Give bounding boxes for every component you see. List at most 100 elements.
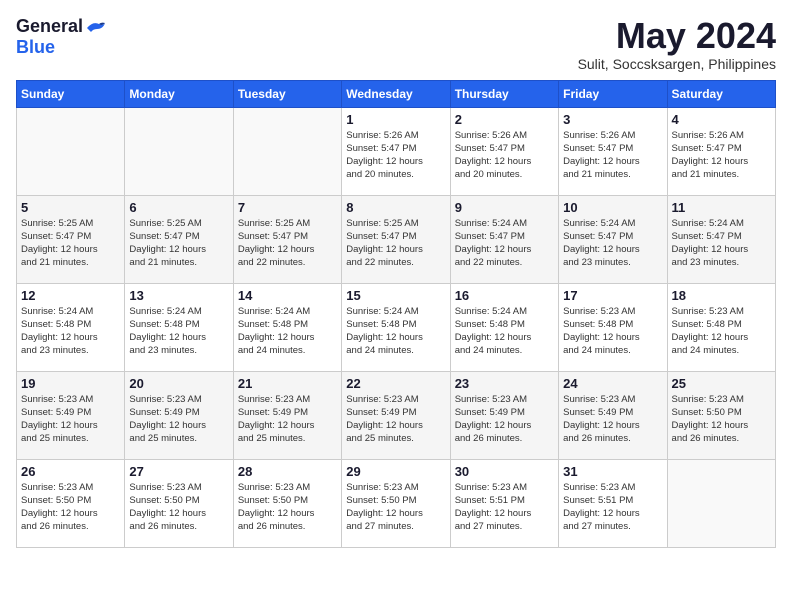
day-header: Friday	[559, 80, 667, 107]
day-info: Sunrise: 5:23 AM Sunset: 5:51 PM Dayligh…	[563, 481, 662, 534]
subtitle: Sulit, Soccsksargen, Philippines	[578, 56, 776, 72]
day-header: Tuesday	[233, 80, 341, 107]
day-info: Sunrise: 5:23 AM Sunset: 5:48 PM Dayligh…	[672, 305, 771, 358]
calendar-cell: 27 Sunrise: 5:23 AM Sunset: 5:50 PM Dayli…	[125, 459, 233, 547]
logo: General Blue	[16, 16, 107, 58]
day-number: 25	[672, 376, 771, 391]
day-header: Wednesday	[342, 80, 450, 107]
day-info: Sunrise: 5:25 AM Sunset: 5:47 PM Dayligh…	[21, 217, 120, 270]
calendar-cell: 30 Sunrise: 5:23 AM Sunset: 5:51 PM Dayli…	[450, 459, 558, 547]
day-info: Sunrise: 5:23 AM Sunset: 5:49 PM Dayligh…	[455, 393, 554, 446]
calendar-cell: 14Sunrise: 5:24 AM Sunset: 5:48 PM Dayli…	[233, 283, 341, 371]
day-info: Sunrise: 5:24 AM Sunset: 5:48 PM Dayligh…	[346, 305, 445, 358]
day-info: Sunrise: 5:23 AM Sunset: 5:50 PM Dayligh…	[238, 481, 337, 534]
calendar-cell: 18 Sunrise: 5:23 AM Sunset: 5:48 PM Dayli…	[667, 283, 775, 371]
calendar-table: SundayMondayTuesdayWednesdayThursdayFrid…	[16, 80, 776, 548]
day-info: Sunrise: 5:23 AM Sunset: 5:50 PM Dayligh…	[672, 393, 771, 446]
day-number: 30	[455, 464, 554, 479]
day-info: Sunrise: 5:25 AM Sunset: 5:47 PM Dayligh…	[129, 217, 228, 270]
calendar-cell: 22Sunrise: 5:23 AM Sunset: 5:49 PM Dayli…	[342, 371, 450, 459]
day-number: 29	[346, 464, 445, 479]
day-number: 13	[129, 288, 228, 303]
day-number: 28	[238, 464, 337, 479]
logo-general: General	[16, 16, 83, 37]
calendar-week-row: 12 Sunrise: 5:24 AM Sunset: 5:48 PM Dayli…	[17, 283, 776, 371]
day-header: Saturday	[667, 80, 775, 107]
day-info: Sunrise: 5:24 AM Sunset: 5:48 PM Dayligh…	[455, 305, 554, 358]
day-info: Sunrise: 5:23 AM Sunset: 5:49 PM Dayligh…	[563, 393, 662, 446]
day-number: 12	[21, 288, 120, 303]
day-header: Monday	[125, 80, 233, 107]
day-info: Sunrise: 5:23 AM Sunset: 5:51 PM Dayligh…	[455, 481, 554, 534]
calendar-week-row: 19 Sunrise: 5:23 AM Sunset: 5:49 PM Dayli…	[17, 371, 776, 459]
day-number: 18	[672, 288, 771, 303]
day-number: 20	[129, 376, 228, 391]
calendar-cell: 9Sunrise: 5:24 AM Sunset: 5:47 PM Daylig…	[450, 195, 558, 283]
logo-bird-icon	[85, 19, 107, 37]
day-number: 15	[346, 288, 445, 303]
calendar-week-row: 5 Sunrise: 5:25 AM Sunset: 5:47 PM Daylig…	[17, 195, 776, 283]
calendar-cell: 23 Sunrise: 5:23 AM Sunset: 5:49 PM Dayli…	[450, 371, 558, 459]
day-number: 31	[563, 464, 662, 479]
day-header: Thursday	[450, 80, 558, 107]
day-info: Sunrise: 5:23 AM Sunset: 5:50 PM Dayligh…	[346, 481, 445, 534]
calendar-cell: 5 Sunrise: 5:25 AM Sunset: 5:47 PM Daylig…	[17, 195, 125, 283]
calendar-cell: 17 Sunrise: 5:23 AM Sunset: 5:48 PM Dayli…	[559, 283, 667, 371]
day-info: Sunrise: 5:24 AM Sunset: 5:47 PM Dayligh…	[563, 217, 662, 270]
day-number: 26	[21, 464, 120, 479]
day-number: 7	[238, 200, 337, 215]
calendar-cell	[667, 459, 775, 547]
day-number: 3	[563, 112, 662, 127]
calendar-cell: 29 Sunrise: 5:23 AM Sunset: 5:50 PM Dayli…	[342, 459, 450, 547]
day-number: 6	[129, 200, 228, 215]
calendar-cell: 8Sunrise: 5:25 AM Sunset: 5:47 PM Daylig…	[342, 195, 450, 283]
calendar-cell: 21 Sunrise: 5:23 AM Sunset: 5:49 PM Dayli…	[233, 371, 341, 459]
day-info: Sunrise: 5:23 AM Sunset: 5:48 PM Dayligh…	[563, 305, 662, 358]
day-number: 27	[129, 464, 228, 479]
calendar-cell: 24 Sunrise: 5:23 AM Sunset: 5:49 PM Dayli…	[559, 371, 667, 459]
day-info: Sunrise: 5:23 AM Sunset: 5:50 PM Dayligh…	[21, 481, 120, 534]
day-number: 16	[455, 288, 554, 303]
day-number: 19	[21, 376, 120, 391]
day-info: Sunrise: 5:24 AM Sunset: 5:47 PM Dayligh…	[455, 217, 554, 270]
day-info: Sunrise: 5:24 AM Sunset: 5:48 PM Dayligh…	[129, 305, 228, 358]
day-info: Sunrise: 5:25 AM Sunset: 5:47 PM Dayligh…	[238, 217, 337, 270]
header-row: SundayMondayTuesdayWednesdayThursdayFrid…	[17, 80, 776, 107]
calendar-cell: 10 Sunrise: 5:24 AM Sunset: 5:47 PM Dayli…	[559, 195, 667, 283]
day-number: 2	[455, 112, 554, 127]
day-info: Sunrise: 5:23 AM Sunset: 5:49 PM Dayligh…	[238, 393, 337, 446]
calendar-cell: 19 Sunrise: 5:23 AM Sunset: 5:49 PM Dayli…	[17, 371, 125, 459]
calendar-cell	[125, 107, 233, 195]
day-number: 10	[563, 200, 662, 215]
day-info: Sunrise: 5:24 AM Sunset: 5:48 PM Dayligh…	[21, 305, 120, 358]
day-info: Sunrise: 5:23 AM Sunset: 5:49 PM Dayligh…	[21, 393, 120, 446]
calendar-cell: 6 Sunrise: 5:25 AM Sunset: 5:47 PM Daylig…	[125, 195, 233, 283]
calendar-cell: 1Sunrise: 5:26 AM Sunset: 5:47 PM Daylig…	[342, 107, 450, 195]
page-header: General Blue May 2024 Sulit, Soccsksarge…	[16, 16, 776, 72]
day-info: Sunrise: 5:23 AM Sunset: 5:49 PM Dayligh…	[346, 393, 445, 446]
calendar-cell: 13 Sunrise: 5:24 AM Sunset: 5:48 PM Dayli…	[125, 283, 233, 371]
day-info: Sunrise: 5:26 AM Sunset: 5:47 PM Dayligh…	[563, 129, 662, 182]
day-number: 17	[563, 288, 662, 303]
calendar-cell: 31 Sunrise: 5:23 AM Sunset: 5:51 PM Dayli…	[559, 459, 667, 547]
calendar-cell: 26 Sunrise: 5:23 AM Sunset: 5:50 PM Dayli…	[17, 459, 125, 547]
logo-blue: Blue	[16, 37, 55, 58]
day-info: Sunrise: 5:24 AM Sunset: 5:47 PM Dayligh…	[672, 217, 771, 270]
day-info: Sunrise: 5:23 AM Sunset: 5:50 PM Dayligh…	[129, 481, 228, 534]
calendar-week-row: 1Sunrise: 5:26 AM Sunset: 5:47 PM Daylig…	[17, 107, 776, 195]
calendar-cell: 28 Sunrise: 5:23 AM Sunset: 5:50 PM Dayli…	[233, 459, 341, 547]
day-number: 5	[21, 200, 120, 215]
calendar-cell: 7 Sunrise: 5:25 AM Sunset: 5:47 PM Daylig…	[233, 195, 341, 283]
day-info: Sunrise: 5:26 AM Sunset: 5:47 PM Dayligh…	[346, 129, 445, 182]
day-number: 4	[672, 112, 771, 127]
calendar-cell: 15 Sunrise: 5:24 AM Sunset: 5:48 PM Dayli…	[342, 283, 450, 371]
calendar-cell: 12 Sunrise: 5:24 AM Sunset: 5:48 PM Dayli…	[17, 283, 125, 371]
day-number: 23	[455, 376, 554, 391]
day-number: 24	[563, 376, 662, 391]
title-block: May 2024 Sulit, Soccsksargen, Philippine…	[578, 16, 776, 72]
calendar-cell	[233, 107, 341, 195]
calendar-cell: 25 Sunrise: 5:23 AM Sunset: 5:50 PM Dayli…	[667, 371, 775, 459]
day-number: 21	[238, 376, 337, 391]
day-number: 8	[346, 200, 445, 215]
day-number: 11	[672, 200, 771, 215]
